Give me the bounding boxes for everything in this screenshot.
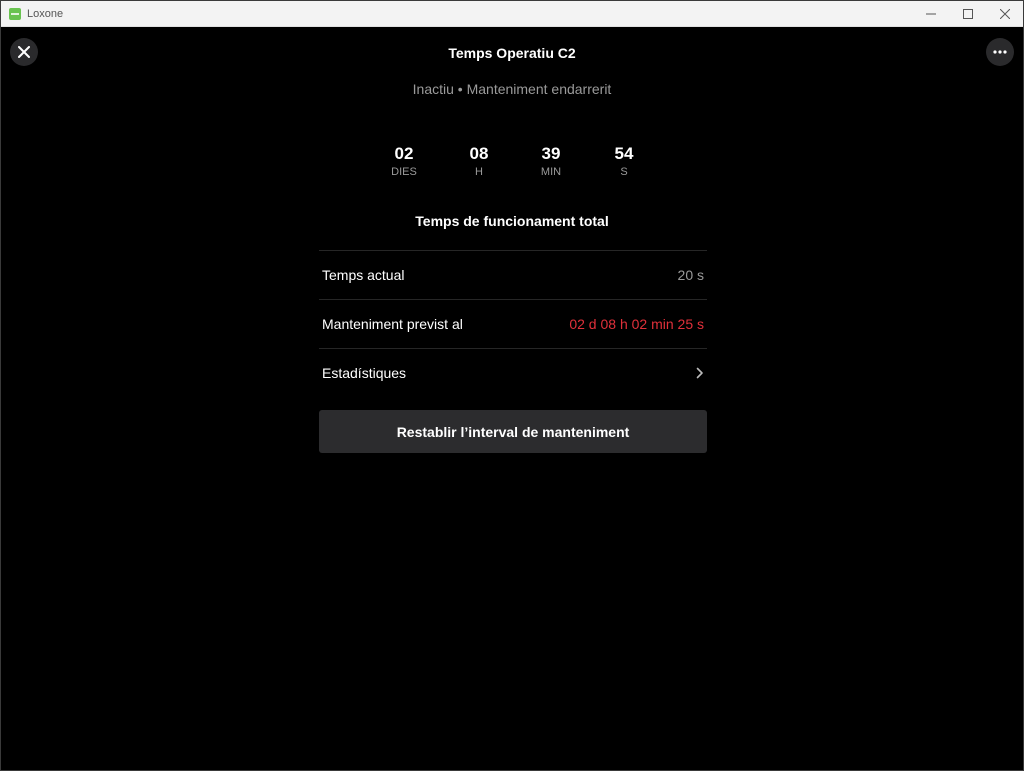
app-window: Loxone Temps Operatiu C2 Inactiu • Mante… <box>0 0 1024 771</box>
counter-value: 08 <box>469 144 489 163</box>
counter-value: 54 <box>614 144 634 163</box>
title-bar: Loxone <box>1 1 1023 27</box>
more-dots-icon <box>993 50 1007 54</box>
minimize-button[interactable] <box>912 1 949 26</box>
minimize-icon <box>925 13 936 14</box>
row-value: 02 d 08 h 02 min 25 s <box>569 316 704 332</box>
status-text: Inactiu • Manteniment endarrerit <box>412 81 612 97</box>
counter-unit: MIN <box>540 166 562 178</box>
window-controls <box>912 1 1023 26</box>
statistics-row[interactable]: Estadístiques <box>319 348 707 397</box>
counter-days: 02 DIES <box>368 144 440 179</box>
runtime-counters: 02 DIES 08 H 39 MIN 54 S <box>368 144 660 184</box>
window-close-icon <box>999 8 1010 19</box>
current-time-row: Temps actual 20 s <box>319 250 707 299</box>
counter-unit: H <box>475 166 483 178</box>
window-close-button[interactable] <box>986 1 1023 26</box>
counter-value: 02 <box>394 144 414 163</box>
row-label: Manteniment previst al <box>322 316 463 332</box>
counter-hours: 08 H <box>443 144 515 179</box>
maximize-button[interactable] <box>949 1 986 26</box>
reset-maintenance-interval-button[interactable]: Restablir l’interval de manteniment <box>319 410 707 453</box>
row-label: Temps actual <box>322 267 405 283</box>
maximize-icon <box>962 8 973 19</box>
content-area: Temps Operatiu C2 Inactiu • Manteniment … <box>1 27 1023 770</box>
chevron-right-icon <box>696 367 704 379</box>
row-value: 20 s <box>677 267 704 283</box>
counter-unit: DIES <box>391 166 417 178</box>
window-title: Loxone <box>27 7 64 20</box>
loxone-logo-icon <box>9 7 21 20</box>
scheduled-maintenance-row: Manteniment previst al 02 d 08 h 02 min … <box>319 299 707 348</box>
total-runtime-label: Temps de funcionament total <box>415 213 609 229</box>
counter-minutes: 39 MIN <box>515 144 587 179</box>
counter-value: 39 <box>541 144 561 163</box>
counter-seconds: 54 S <box>588 144 660 179</box>
row-label: Estadístiques <box>322 365 407 381</box>
counter-unit: S <box>620 166 628 178</box>
more-options-button[interactable] <box>986 38 1014 66</box>
page-title: Temps Operatiu C2 <box>448 45 576 61</box>
detail-list: Temps actual 20 s Manteniment previst al… <box>319 250 707 397</box>
